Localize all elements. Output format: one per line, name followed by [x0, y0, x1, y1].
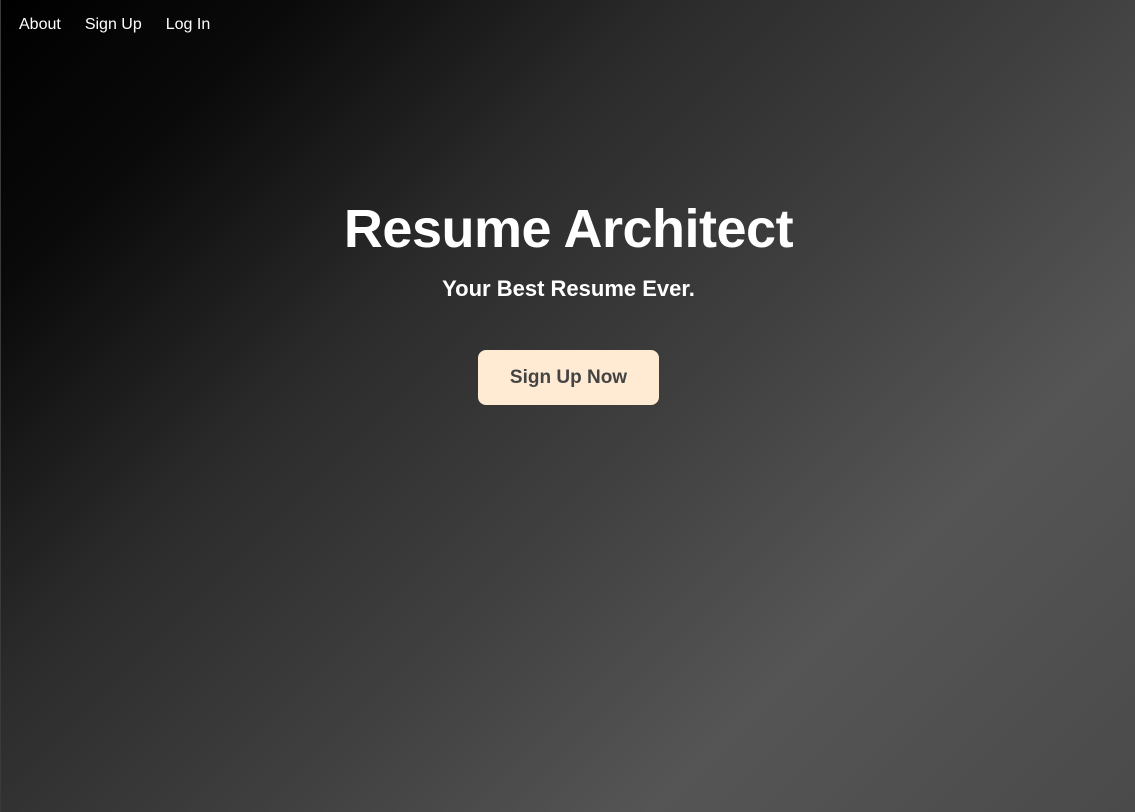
- hero-subtitle: Your Best Resume Ever.: [442, 276, 695, 301]
- nav-link-sign-up[interactable]: Sign Up: [85, 15, 142, 35]
- nav-link-log-in[interactable]: Log In: [166, 15, 210, 35]
- nav-link-about[interactable]: About: [19, 15, 61, 35]
- hero-title: Resume Architect: [343, 199, 794, 259]
- sign-up-now-button[interactable]: Sign Up Now: [478, 350, 659, 405]
- hero-section: Resume Architect Your Best Resume Ever. …: [1, 196, 1135, 405]
- top-nav: About Sign Up Log In: [19, 15, 210, 35]
